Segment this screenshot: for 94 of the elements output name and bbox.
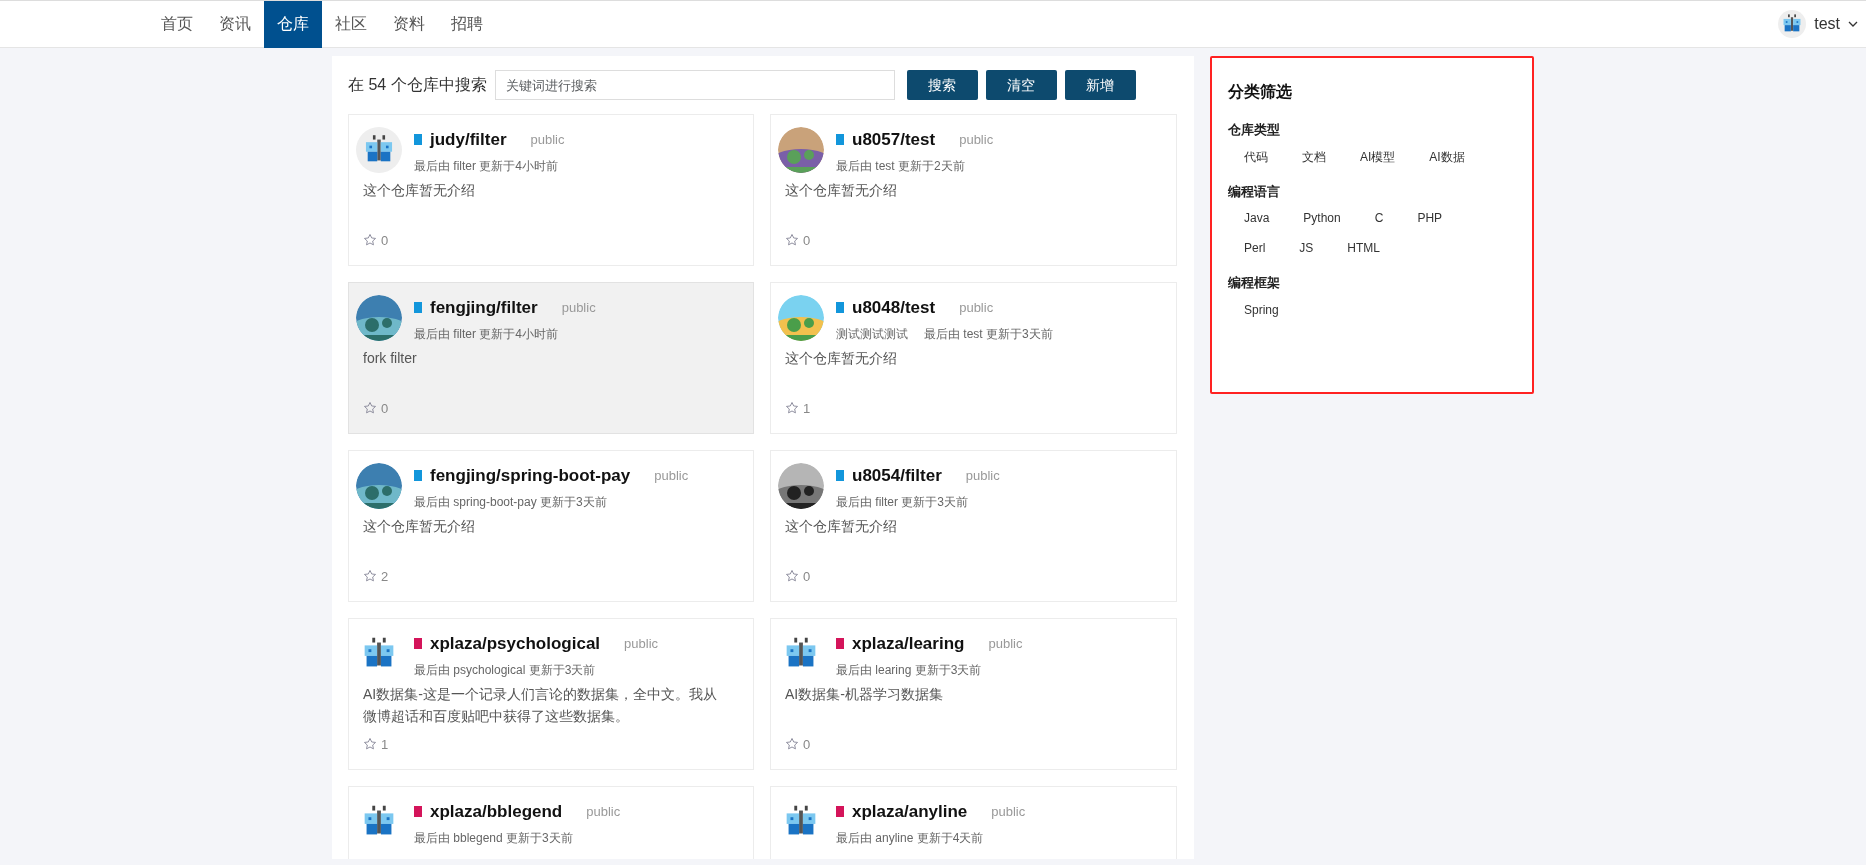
repo-name-link[interactable]: fengjing/filter xyxy=(430,295,538,321)
repo-name-link[interactable]: u8048/test xyxy=(852,295,936,321)
visibility-label: public xyxy=(988,635,1023,653)
repo-description: AI数据集-机器学习数据集 xyxy=(784,684,944,704)
update-info: 最后由 spring-boot-pay 更新于3天前 xyxy=(414,493,607,511)
filter-option[interactable]: Spring xyxy=(1244,300,1279,319)
update-info: 最后由 test 更新于2天前 xyxy=(836,157,965,175)
nav-tab[interactable]: 首页 xyxy=(148,0,206,48)
search-title: 在 54 个仓库中搜索 xyxy=(348,75,487,95)
filter-group-title: 编程语言 xyxy=(1228,182,1281,201)
nav-tab[interactable]: 资料 xyxy=(380,0,438,48)
repo-description: AI数据集-这是一个记录人们言论的数据集，全中文。我从微博超话和百度贴吧中获得了这些数据集。 xyxy=(362,684,718,726)
star-count: 0 xyxy=(803,567,811,586)
nav-tab[interactable]: 社区 xyxy=(322,0,380,48)
repo-description: 这个仓库暂无介绍 xyxy=(784,180,898,200)
nav-tab[interactable]: 仓库 xyxy=(264,0,322,48)
repo-card[interactable]: fengjing/filter public 最后由 filter 更新于4小时前 fork filter 0 xyxy=(348,282,754,434)
star-icon[interactable] xyxy=(785,401,799,416)
visibility-label: public xyxy=(561,299,596,317)
repo-name-link[interactable]: judy/filter xyxy=(430,127,507,153)
filter-group-title: 仓库类型 xyxy=(1228,121,1281,139)
repo-card[interactable]: xplaza/psychological public 最后由 psychological 更新于3天前 AI数据集-这是一个记录人们言论的数据集，全中文。我从微博超话和百度贴吧中获得了这些数据集。 1 xyxy=(348,618,754,770)
update-info: 最后由 test 更新于3天前 xyxy=(924,325,1053,343)
repo-card[interactable]: u8048/test public 测试测试测试 最后由 test 更新于3天前 这个仓库暂无介绍 1 xyxy=(770,282,1177,434)
user-name[interactable]: test xyxy=(1814,12,1840,36)
repo-name-link[interactable]: u8054/filter xyxy=(852,463,942,489)
repo-name-link[interactable]: xplaza/anyline xyxy=(852,799,968,825)
filter-option[interactable]: C xyxy=(1374,209,1384,227)
add-button[interactable]: 新增 xyxy=(1064,70,1136,100)
update-info: 最后由 filter 更新于3天前 xyxy=(836,493,968,511)
filter-title: 分类筛选 xyxy=(1228,82,1293,102)
visibility-label: public xyxy=(586,803,621,821)
repo-name-link[interactable]: xplaza/psychological xyxy=(430,631,601,657)
repo-card[interactable]: xplaza/anyline public 最后由 anyline 更新于4天前 xyxy=(770,786,1177,859)
filter-option[interactable]: PHP xyxy=(1417,209,1443,227)
star-count: 1 xyxy=(803,399,811,418)
update-info: 最后由 anyline 更新于4天前 xyxy=(836,829,984,847)
filter-option[interactable]: Java xyxy=(1244,209,1270,227)
star-icon[interactable] xyxy=(785,233,799,248)
visibility-label: public xyxy=(654,467,689,485)
update-info: 最后由 filter 更新于4小时前 xyxy=(414,157,558,175)
star-count: 0 xyxy=(803,231,811,250)
update-info: 最后由 psychological 更新于3天前 xyxy=(414,661,596,679)
repo-card[interactable]: u8057/test public 最后由 test 更新于2天前 这个仓库暂无介绍 0 xyxy=(770,114,1177,266)
nav-tab[interactable]: 资讯 xyxy=(206,0,264,48)
repo-name-link[interactable]: fengjing/spring-boot-pay xyxy=(430,463,631,489)
filter-group-title: 编程框架 xyxy=(1228,274,1281,292)
repo-description: fork filter xyxy=(362,348,418,368)
repo-card[interactable]: judy/filter public 最后由 filter 更新于4小时前 这个仓库暂无介绍 0 xyxy=(348,114,754,266)
filter-option[interactable]: AI模型 xyxy=(1360,147,1396,166)
update-info: 最后由 filter 更新于4小时前 xyxy=(414,325,558,343)
visibility-label: public xyxy=(991,803,1026,821)
search-field[interactable]: 关键词进行搜索 xyxy=(494,70,895,100)
visibility-label: public xyxy=(959,131,994,149)
repo-tag: 测试测试测试 xyxy=(836,324,908,343)
filter-option[interactable]: Perl xyxy=(1244,239,1266,257)
update-info: 最后由 learing 更新于3天前 xyxy=(836,661,982,679)
star-count: 0 xyxy=(803,735,811,754)
repo-card[interactable]: u8054/filter public 最后由 filter 更新于3天前 这个仓库暂无介绍 0 xyxy=(770,450,1177,602)
visibility-label: public xyxy=(530,131,565,149)
star-count: 2 xyxy=(381,567,389,586)
chevron-down-icon[interactable] xyxy=(1848,21,1858,27)
star-icon[interactable] xyxy=(785,737,799,752)
repo-card[interactable]: fengjing/spring-boot-pay public 最后由 spring-boot-pay 更新于3天前 这个仓库暂无介绍 2 xyxy=(348,450,754,602)
repo-description: 这个仓库暂无介绍 xyxy=(362,180,476,200)
star-icon[interactable] xyxy=(363,737,377,752)
repo-name-link[interactable]: u8057/test xyxy=(852,127,936,153)
repo-card[interactable]: xplaza/learing public 最后由 learing 更新于3天前 AI数据集-机器学习数据集 0 xyxy=(770,618,1177,770)
star-count: 0 xyxy=(381,231,389,250)
visibility-label: public xyxy=(959,299,994,317)
repo-card[interactable]: xplaza/bblegend public 最后由 bblegend 更新于3天前 xyxy=(348,786,754,859)
update-info: 最后由 bblegend 更新于3天前 xyxy=(414,829,573,847)
star-icon[interactable] xyxy=(363,569,377,584)
star-count: 1 xyxy=(381,735,389,754)
visibility-label: public xyxy=(624,635,659,653)
repo-name-link[interactable]: xplaza/learing xyxy=(852,631,965,657)
star-icon[interactable] xyxy=(363,233,377,248)
repo-description: 这个仓库暂无介绍 xyxy=(784,348,898,368)
search-button[interactable]: 搜索 xyxy=(906,70,978,100)
repo-description: 这个仓库暂无介绍 xyxy=(362,516,476,536)
clear-button[interactable]: 清空 xyxy=(985,70,1057,100)
star-icon[interactable] xyxy=(785,569,799,584)
filter-option[interactable]: Python xyxy=(1303,209,1341,227)
filter-option[interactable]: 代码 xyxy=(1244,147,1268,166)
star-icon[interactable] xyxy=(363,401,377,416)
filter-option[interactable]: AI数据 xyxy=(1429,147,1465,166)
repo-description: 这个仓库暂无介绍 xyxy=(784,516,898,536)
repo-name-link[interactable]: xplaza/bblegend xyxy=(430,799,563,825)
visibility-label: public xyxy=(965,467,1000,485)
filter-option[interactable]: 文档 xyxy=(1302,147,1326,166)
nav-tab[interactable]: 招聘 xyxy=(438,0,496,48)
star-count: 0 xyxy=(381,399,389,418)
filter-option[interactable]: JS xyxy=(1299,239,1314,257)
filter-option[interactable]: HTML xyxy=(1347,239,1381,257)
